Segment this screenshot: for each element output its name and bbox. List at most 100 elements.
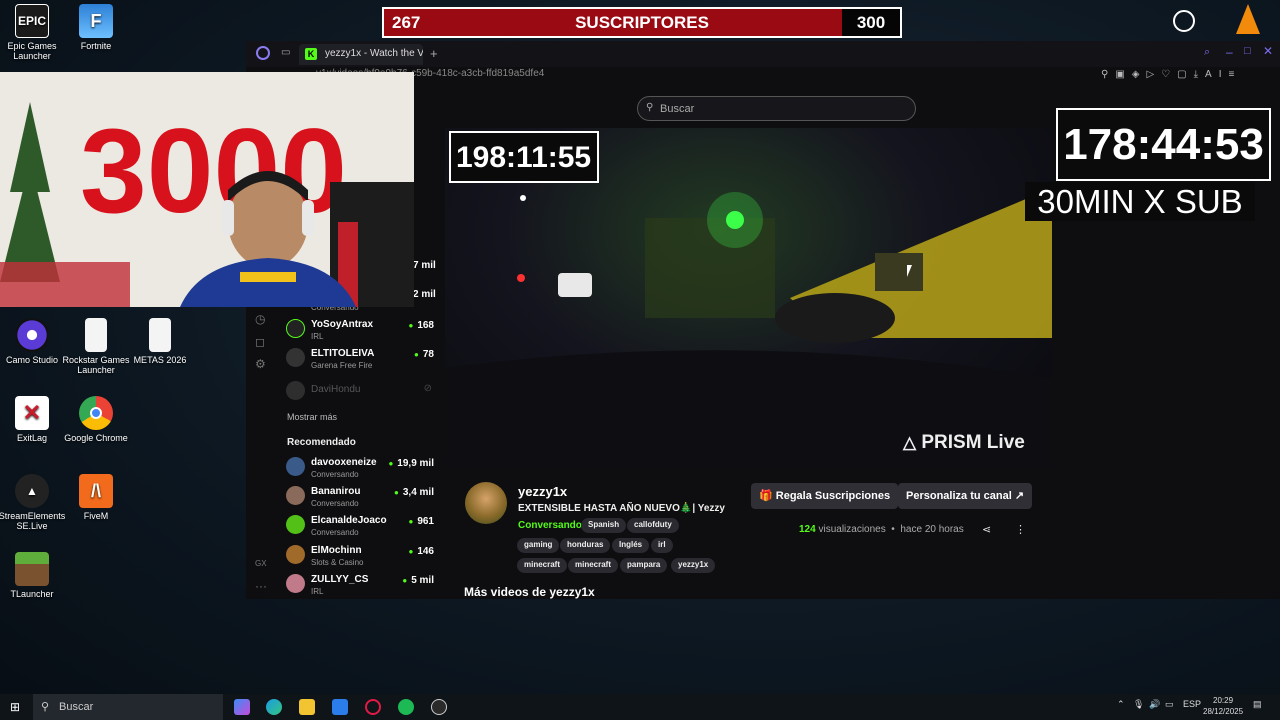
steam-icon[interactable] [1173, 10, 1195, 32]
share-icon[interactable]: ⋖ [982, 523, 991, 536]
sidebar-recommended-item[interactable]: Bananirou Conversando 3,4 mil [286, 482, 436, 511]
desktop-icon-tlauncher[interactable]: TLauncher [0, 552, 68, 599]
download-icon[interactable]: ⤓ [1194, 69, 1205, 80]
gift-button-label: Regala Suscripciones [775, 490, 891, 502]
sidebar-recommended-item[interactable]: davooxeneize Conversando 19,9 mil [286, 453, 436, 482]
avatar [286, 515, 305, 534]
search-icon: ⚲ [41, 701, 50, 713]
stream-category[interactable]: Conversando [518, 520, 582, 531]
wallet-icon[interactable]: ▢ [1177, 69, 1193, 80]
sidebar-recommended-item[interactable]: ElMochinn Slots & Casino 146 [286, 541, 436, 570]
desktop-icon-rockstar[interactable]: Rockstar Games Launcher [60, 318, 132, 375]
more-options-icon[interactable]: ⋮ [1015, 523, 1026, 536]
desktop-icon-camo-studio[interactable]: Camo Studio [0, 318, 68, 365]
desktop-icon-label: Google Chrome [64, 433, 128, 443]
desktop-icon-exitlag[interactable]: ✕ ExitLag [0, 396, 68, 443]
tag-chip[interactable]: Inglés [612, 538, 650, 553]
tag-chip[interactable]: Spanish [581, 518, 627, 533]
tab-manager-icon[interactable]: ▭ [281, 47, 290, 58]
pin-icon[interactable]: ⚲ [1101, 69, 1115, 80]
edge-icon[interactable] [266, 699, 282, 715]
spotify-icon[interactable] [398, 699, 414, 715]
viewer-count: 78 [414, 349, 434, 360]
tag-chip[interactable]: pampara [620, 558, 668, 573]
opera-gx-icon[interactable] [365, 699, 381, 715]
windows-start-icon[interactable]: ⊞ [10, 700, 20, 714]
menu-icon[interactable]: ≡ [1228, 69, 1241, 80]
more-icon[interactable]: ··· [255, 579, 267, 593]
history-icon[interactable]: ◷ [255, 312, 265, 326]
viewer-count: 961 [408, 516, 434, 527]
desktop-icon-fivem[interactable]: /\ FiveM [60, 474, 132, 521]
store-icon[interactable] [332, 699, 348, 715]
sidebar-channel-item[interactable]: ELTITOLEIVA Garena Free Fire 78 [286, 344, 436, 373]
file-explorer-icon[interactable] [299, 699, 315, 715]
minimize-button[interactable]: – [1226, 45, 1233, 59]
vlc-icon[interactable] [1236, 4, 1260, 34]
gift-subscriptions-button[interactable]: 🎁 Regala Suscripciones [751, 483, 899, 509]
kick-search-input[interactable]: ⚲ Buscar [637, 96, 916, 121]
goal-label: SUSCRIPTORES [575, 13, 709, 32]
tag-chip[interactable]: gaming [517, 538, 560, 553]
new-tab-button[interactable]: + [430, 46, 438, 61]
tag-chip[interactable]: irl [651, 538, 673, 553]
search-placeholder: Buscar [660, 103, 695, 115]
sidebar-recommended-item[interactable]: ElcanaldeJoaco Conversando 961 [286, 511, 436, 540]
clock-time[interactable]: 20:29 [1213, 696, 1233, 705]
copilot-icon[interactable] [234, 699, 250, 715]
goal-target: 300 [842, 9, 900, 36]
channel-avatar[interactable] [465, 482, 507, 524]
search-icon: ⚲ [646, 102, 654, 113]
heart-icon[interactable]: ♡ [1161, 69, 1177, 80]
ai-icon[interactable]: AI [1205, 69, 1228, 80]
desktop-icon-epic-games[interactable]: EPIC Epic Games Launcher [0, 4, 68, 61]
tag-chip[interactable]: honduras [560, 538, 611, 553]
microphone-icon[interactable]: 🎙 [1133, 699, 1144, 710]
desktop-icon-streamelements[interactable]: ▲ StreamElements SE.Live [0, 474, 68, 531]
tag-chip[interactable]: callofduty [627, 518, 679, 533]
obs-icon[interactable] [431, 699, 447, 715]
maximize-button[interactable]: □ [1244, 45, 1251, 57]
language-indicator[interactable]: ESP [1183, 699, 1201, 709]
desktop-icon-fortnite[interactable]: F Fortnite [60, 4, 132, 51]
volume-icon[interactable]: 🔊 [1149, 699, 1160, 710]
channel-name: ElMochinn [311, 545, 362, 556]
snapshot-icon[interactable]: ▣ [1115, 69, 1131, 80]
sidebar-channel-item-offline[interactable]: DaviHondu ⊘ [286, 377, 436, 406]
channel-name: YoSoyAntrax [311, 319, 374, 330]
tray-chevron-icon[interactable]: ⌃ [1117, 699, 1125, 710]
tab-kick-video[interactable]: K yezzy1x - Watch the VO [299, 44, 423, 65]
exitlag-icon: ✕ [15, 396, 49, 430]
channel-name: Bananirou [311, 486, 361, 497]
opera-icon[interactable] [256, 46, 270, 60]
prism-label: PRISM Live [921, 432, 1025, 453]
play-icon[interactable]: ▷ [1146, 69, 1161, 80]
network-icon[interactable]: ▭ [1165, 699, 1174, 710]
shield-icon[interactable]: ◈ [1132, 69, 1147, 80]
sidebar-channel-item[interactable]: YoSoyAntrax IRL 168 [286, 315, 436, 344]
channel-name: DaviHondu [311, 384, 361, 395]
close-window-button[interactable]: ✕ [1263, 44, 1273, 58]
taskbar-search-input[interactable]: ⚲ Buscar [33, 694, 223, 720]
gx-icon[interactable]: GX [255, 559, 267, 568]
desktop-icon-label: FiveM [83, 511, 109, 521]
search-tabs-icon[interactable]: ⌕ [1204, 46, 1210, 59]
settings-icon[interactable]: ⚙ [255, 357, 266, 371]
desktop-icon-label: Epic Games Launcher [7, 41, 57, 61]
browser-tab-bar: ▭ K yezzy1x - Watch the VO + ⌕ – □ ✕ [246, 41, 1280, 67]
tag-chip[interactable]: yezzy1x [671, 558, 716, 573]
sidebar-recommended-item[interactable]: ZULLYY_CS IRL 5 mil [286, 570, 436, 599]
channel-name[interactable]: yezzy1x [518, 484, 567, 499]
tag-chip[interactable]: minecraft [517, 558, 568, 573]
tag-chip[interactable]: minecraft [568, 558, 619, 573]
customize-channel-button[interactable]: Personaliza tu canal ↗ [898, 483, 1033, 509]
show-more-link[interactable]: Mostrar más [287, 412, 337, 422]
desktop-icon-metas-2026[interactable]: METAS 2026 [124, 318, 196, 365]
tlauncher-icon [15, 552, 49, 586]
desktop-icon-chrome[interactable]: Google Chrome [60, 396, 132, 443]
notifications-icon[interactable]: ▤ [1253, 699, 1262, 710]
messages-icon[interactable]: ◻ [255, 335, 265, 349]
camo-studio-icon [15, 318, 49, 352]
browser-toolbar-icons: ⚲▣◈▷♡▢⤓AI≡ [1101, 69, 1241, 80]
clock-date[interactable]: 28/12/2025 [1203, 707, 1243, 716]
